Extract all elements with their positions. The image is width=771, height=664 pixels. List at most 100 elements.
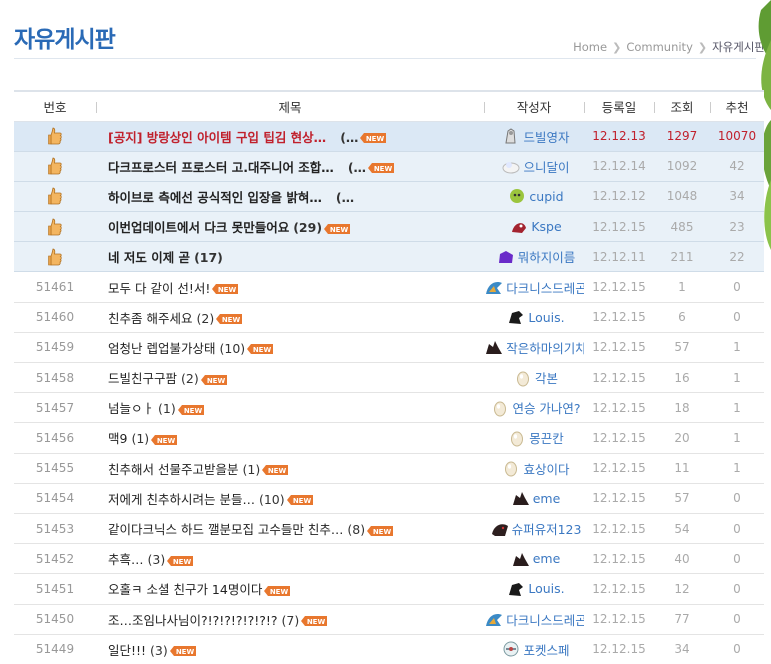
post-author-cell[interactable]: 각본 [484, 362, 584, 394]
post-title-cell[interactable]: 다크프로스터 프로스터 고.대주니어 조합… (… NEW [96, 151, 484, 182]
post-title-cell[interactable]: 오홀ㅋ 소셜 친구가 14명이다 NEW [96, 573, 484, 605]
table-row[interactable]: 51459 엄청난 렙업불가상태 (10) NEW 작은하마의기차 12.12.15 57 1 [14, 332, 764, 364]
post-author-cell[interactable]: 슈퍼유저123 [484, 513, 584, 545]
post-author-cell[interactable]: Louis. [484, 302, 584, 333]
post-author-cell[interactable]: eme [484, 483, 584, 514]
author-name[interactable]: 몽끈칸 [529, 428, 564, 447]
post-author-cell[interactable]: Kspe [484, 211, 584, 243]
post-title-cell[interactable]: 일단!!! (3) NEW [96, 634, 484, 664]
table-row[interactable]: 51454 저에게 친추하시려는 분들… (10) NEW eme 12.12.15 57 0 [14, 483, 764, 514]
post-title-cell[interactable]: 네 저도 이제 곧 (17) [96, 241, 484, 273]
author-name[interactable]: Louis. [528, 581, 564, 596]
author-name[interactable]: 슈퍼유저123 [512, 519, 582, 538]
post-title-cell[interactable]: 넘늘ㅇㅏ (1) NEW [96, 392, 484, 424]
post-author-cell[interactable]: Louis. [484, 573, 584, 605]
post-title-link[interactable]: 오홀ㅋ 소셜 친구가 14명이다 [108, 582, 262, 597]
post-title-cell[interactable]: 저에게 친추하시려는 분들… (10) NEW [96, 483, 484, 514]
author[interactable]: Louis. [488, 580, 584, 598]
author[interactable]: 효상이다 [488, 459, 584, 478]
table-row[interactable]: 51453 같이다크닉스 하드 깰분모집 고수들만 친추… (8) NEW 슈퍼유저12… [14, 513, 764, 545]
post-author-cell[interactable]: 연승 가나연? [484, 392, 584, 424]
post-title-cell[interactable]: 친추좀 해주세요 (2) NEW [96, 302, 484, 333]
post-title-link[interactable]: [공지] 방랑상인 아이템 구입 팁김 현상… [108, 130, 326, 145]
notice-row[interactable]: 다크프로스터 프로스터 고.대주니어 조합… (… NEW 으니달이 12.12.14 1… [14, 151, 764, 182]
author-name[interactable]: eme [533, 551, 561, 566]
author[interactable]: 작은하마의기차 [486, 338, 584, 357]
post-author-cell[interactable]: eme [484, 543, 584, 575]
post-title-link[interactable]: 저에게 친추하시려는 분들… [108, 492, 255, 507]
author-name[interactable]: 각본 [535, 368, 558, 387]
post-title-link[interactable]: 조…조임나사님이?!?!?!?!?!?!? [108, 613, 278, 628]
post-title-cell[interactable]: 모두 다 같이 선!서! NEW [96, 271, 484, 303]
notice-row[interactable]: 네 저도 이제 곧 (17) 뭐하지이름 12.12.11 211 22 [14, 241, 764, 273]
post-title-link[interactable]: 맥9 [108, 431, 127, 446]
post-title-cell[interactable]: 드빌친구구팜 (2) NEW [96, 362, 484, 394]
author[interactable]: 으니달이 [488, 157, 584, 176]
author[interactable]: 각본 [488, 368, 584, 387]
post-title-link[interactable]: 같이다크닉스 하드 깰분모집 고수들만 친추… [108, 522, 343, 537]
post-title-cell[interactable]: 하이브로 측에선 공식적인 입장을 밝혀… (… [96, 181, 484, 213]
author[interactable]: 드빌영자 [488, 127, 584, 146]
table-row[interactable]: 51455 친추해서 선물주고받을분 (1) NEW 효상이다 12.12.15 11 1 [14, 453, 764, 484]
post-title-cell[interactable]: 맥9 (1) NEW [96, 422, 484, 454]
post-title-cell[interactable]: 이번업데이트에서 다크 못만들어요 (29) NEW [96, 211, 484, 243]
table-row[interactable]: 51450 조…조임나사님이?!?!?!?!?!?!? (7) NEW 다크니스드레곤 1… [14, 604, 764, 635]
table-row[interactable]: 51457 넘늘ㅇㅏ (1) NEW 연승 가나연? 12.12.15 18 1 [14, 392, 764, 424]
author[interactable]: 뭐하지이름 [488, 247, 584, 266]
author-name[interactable]: cupid [529, 189, 563, 204]
post-author-cell[interactable]: 드빌영자 [484, 121, 584, 152]
author[interactable]: 연승 가나연? [488, 398, 584, 417]
author[interactable]: cupid [488, 187, 584, 205]
author[interactable]: 다크니스드레곤 [486, 278, 584, 297]
notice-row[interactable]: [공지] 방랑상인 아이템 구입 팁김 현상… (… NEW 드빌영자 12.12.13… [14, 121, 764, 152]
author-name[interactable]: 뭐하지이름 [518, 247, 576, 266]
post-title-link[interactable]: 추흑… [108, 552, 144, 567]
author-name[interactable]: Kspe [531, 219, 561, 234]
author-name[interactable]: 효상이다 [523, 459, 569, 478]
author-name[interactable]: 작은하마의기차 [506, 338, 584, 357]
post-title-link[interactable]: 일단!!! [108, 643, 146, 658]
post-title-cell[interactable]: 추흑… (3) NEW [96, 543, 484, 575]
table-row[interactable]: 51452 추흑… (3) NEW eme 12.12.15 40 0 [14, 543, 764, 575]
post-author-cell[interactable]: 다크니스드레곤 [484, 604, 584, 635]
post-title-cell[interactable]: 조…조임나사님이?!?!?!?!?!?!? (7) NEW [96, 604, 484, 635]
author[interactable]: 포켓스페 [488, 640, 584, 659]
breadcrumb-home[interactable]: Home [573, 40, 607, 54]
author-name[interactable]: 드빌영자 [523, 127, 569, 146]
author[interactable]: Louis. [488, 308, 584, 326]
author[interactable]: 몽끈칸 [488, 428, 584, 447]
post-author-cell[interactable]: cupid [484, 181, 584, 213]
table-row[interactable]: 51456 맥9 (1) NEW 몽끈칸 12.12.15 20 1 [14, 422, 764, 454]
author-name[interactable]: 포켓스페 [523, 640, 569, 659]
post-author-cell[interactable]: 작은하마의기차 [484, 332, 584, 364]
table-row[interactable]: 51458 드빌친구구팜 (2) NEW 각본 12.12.15 16 1 [14, 362, 764, 394]
post-author-cell[interactable]: 으니달이 [484, 151, 584, 182]
post-title-cell[interactable]: 엄청난 렙업불가상태 (10) NEW [96, 332, 484, 364]
post-title-cell[interactable]: [공지] 방랑상인 아이템 구입 팁김 현상… (… NEW [96, 121, 484, 152]
post-title-cell[interactable]: 같이다크닉스 하드 깰분모집 고수들만 친추… (8) NEW [96, 513, 484, 545]
post-title-link[interactable]: 이번업데이트에서 다크 못만들어요 [108, 220, 289, 235]
table-row[interactable]: 51449 일단!!! (3) NEW 포켓스페 12.12.15 34 0 [14, 634, 764, 664]
author-name[interactable]: 다크니스드레곤 [506, 278, 584, 297]
table-row[interactable]: 51451 오홀ㅋ 소셜 친구가 14명이다 NEW Louis. 12.12.15 12… [14, 573, 764, 605]
author-name[interactable]: 으니달이 [523, 157, 569, 176]
author-name[interactable]: eme [533, 491, 561, 506]
post-title-link[interactable]: 친추좀 해주세요 [108, 311, 192, 326]
post-title-link[interactable]: 넘늘ㅇㅏ [108, 401, 154, 416]
post-author-cell[interactable]: 다크니스드레곤 [484, 271, 584, 303]
table-row[interactable]: 51460 친추좀 해주세요 (2) NEW Louis. 12.12.15 6 0 [14, 302, 764, 333]
post-author-cell[interactable]: 포켓스페 [484, 634, 584, 664]
author[interactable]: eme [488, 489, 584, 507]
post-title-link[interactable]: 모두 다 같이 선!서! [108, 281, 210, 296]
post-title-cell[interactable]: 친추해서 선물주고받을분 (1) NEW [96, 453, 484, 484]
author[interactable]: 슈퍼유저123 [488, 519, 584, 538]
post-title-link[interactable]: 엄청난 렙업불가상태 [108, 341, 215, 356]
post-title-link[interactable]: 친추해서 선물주고받을분 [108, 462, 238, 477]
author-name[interactable]: 연승 가나연? [512, 398, 580, 417]
author-name[interactable]: Louis. [528, 310, 564, 325]
post-title-link[interactable]: 하이브로 측에선 공식적인 입장을 밝혀… [108, 190, 322, 205]
author[interactable]: eme [488, 550, 584, 568]
notice-row[interactable]: 하이브로 측에선 공식적인 입장을 밝혀… (… cupid 12.12.12 1048… [14, 181, 764, 213]
author[interactable]: 다크니스드레곤 [486, 610, 584, 629]
post-title-link[interactable]: 네 저도 이제 곧 [108, 250, 190, 265]
